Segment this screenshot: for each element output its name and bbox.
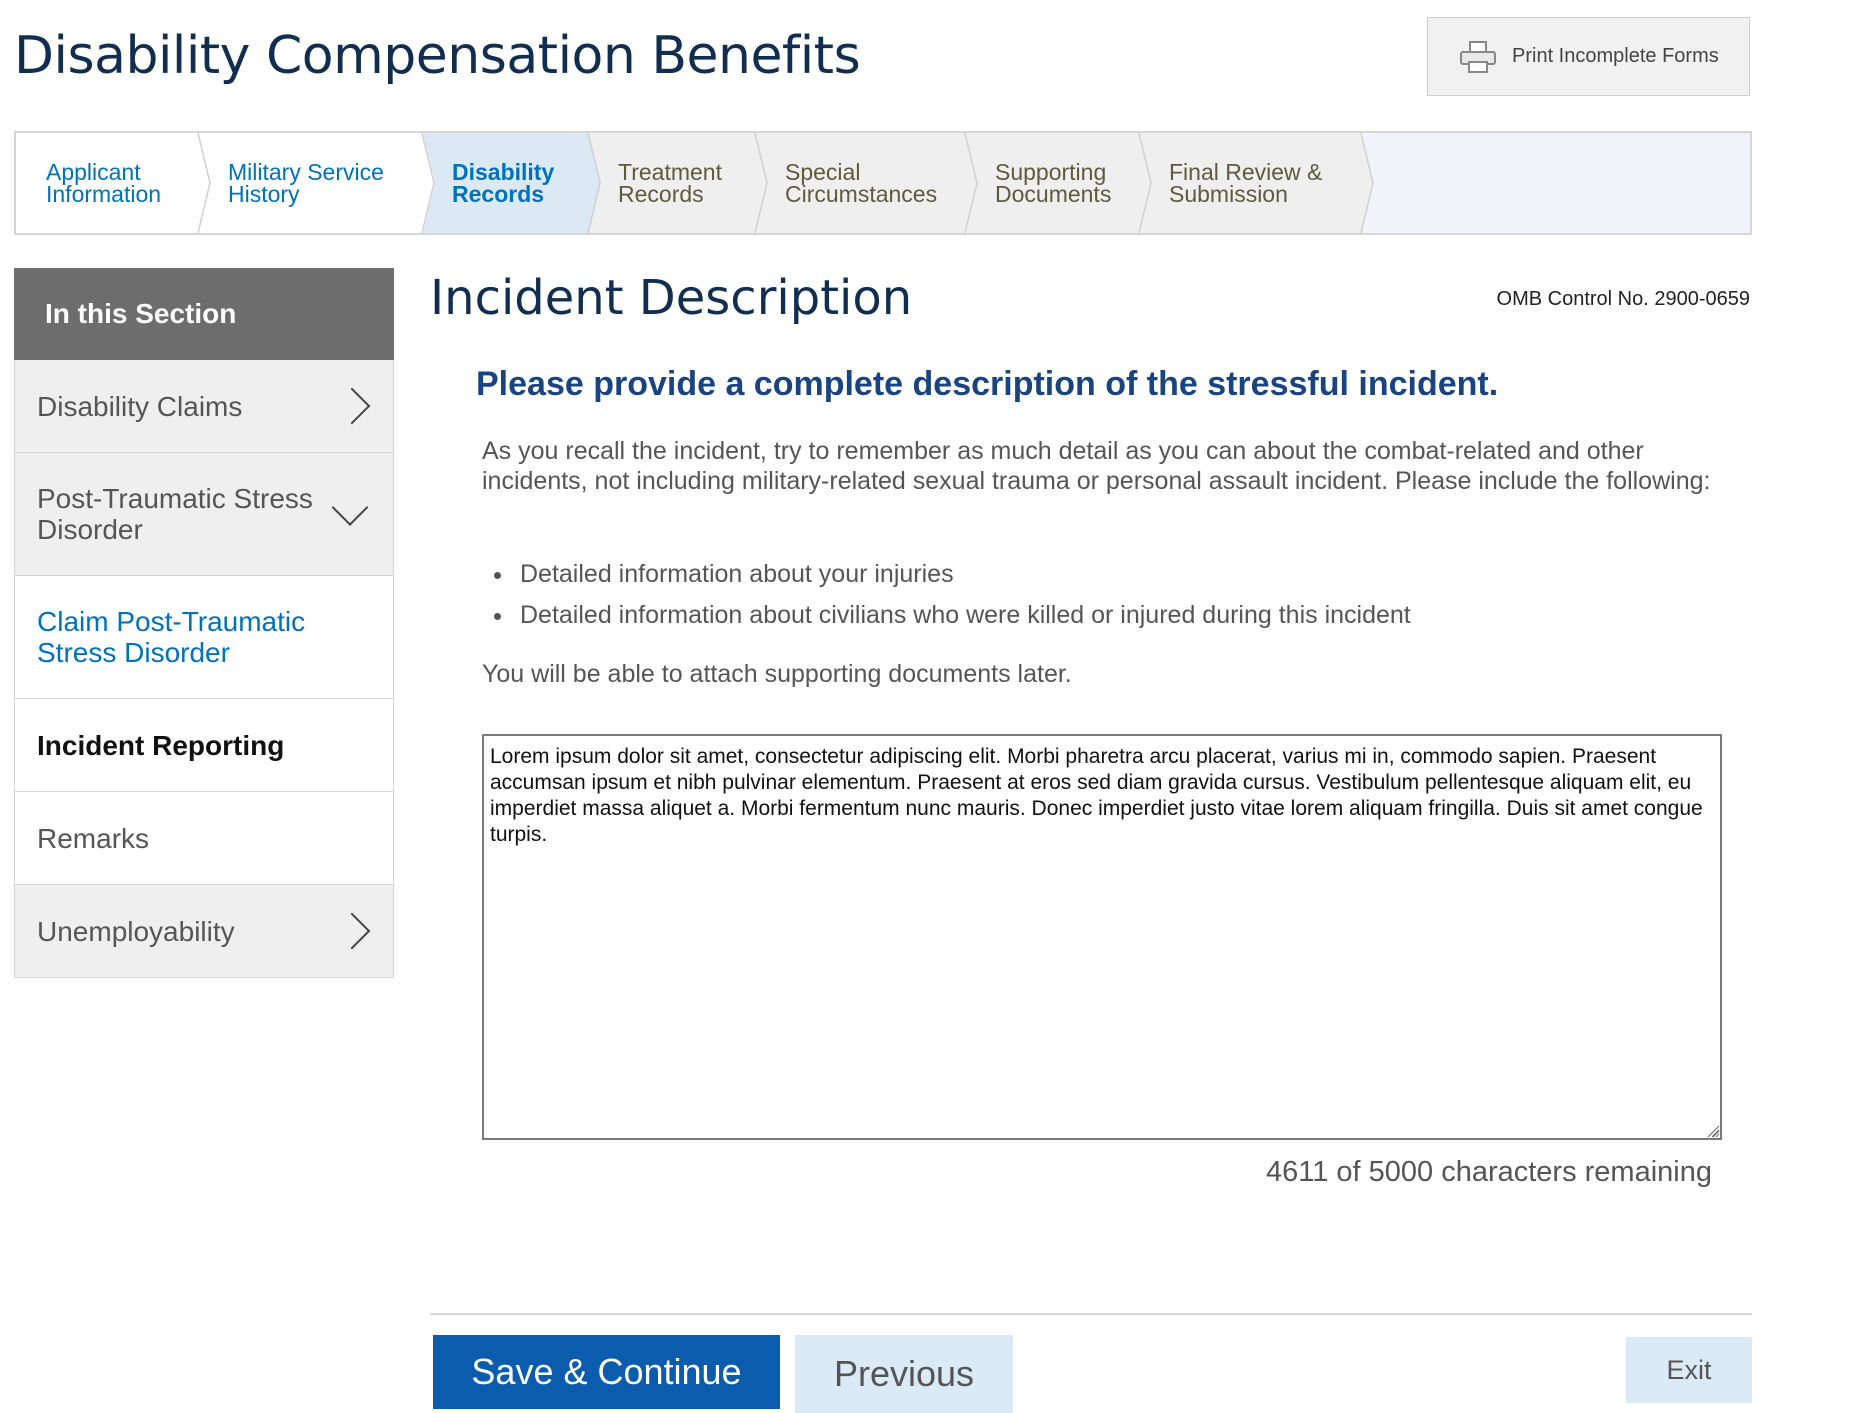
step-divider-icon xyxy=(421,133,435,233)
step-applicant-information[interactable]: Applicant Information xyxy=(16,133,211,233)
incident-description-textarea[interactable] xyxy=(482,734,1722,1140)
attach-note: You will be able to attach supporting do… xyxy=(482,660,1072,688)
section-title: Incident Description xyxy=(430,270,913,326)
step-special-circumstances[interactable]: Special Circumstances xyxy=(755,133,978,233)
step-supporting-documents[interactable]: Supporting Documents xyxy=(965,133,1152,233)
step-divider-icon xyxy=(197,133,211,233)
sidebar-item-unemployability[interactable]: Unemployability xyxy=(14,885,394,978)
step-divider-icon xyxy=(1138,133,1152,233)
step-label: Final Review & Submission xyxy=(1169,159,1323,207)
chevron-right-icon xyxy=(333,912,371,950)
step-divider-icon xyxy=(587,133,601,233)
sidebar-item-incident-reporting[interactable]: Incident Reporting xyxy=(14,699,394,792)
list-item: Detailed information about your injuries xyxy=(482,559,1411,600)
step-label: Special Circumstances xyxy=(785,159,938,207)
page-title: Disability Compensation Benefits xyxy=(14,26,861,86)
footer-divider xyxy=(430,1313,1752,1315)
step-military-service-history[interactable]: Military Service History xyxy=(198,133,435,233)
sidebar-item-remarks[interactable]: Remarks xyxy=(14,792,394,885)
step-label: Treatment Records xyxy=(618,159,722,207)
sidebar-item-claim-ptsd[interactable]: Claim Post-Traumatic Stress Disorder xyxy=(14,576,394,699)
resize-handle-icon[interactable] xyxy=(1706,1124,1720,1138)
step-final-review-submission[interactable]: Final Review & Submission xyxy=(1139,133,1374,233)
instruction-list: Detailed information about your injuries… xyxy=(482,559,1411,641)
sidebar-item-label: Unemployability xyxy=(37,915,235,947)
save-continue-button[interactable]: Save & Continue xyxy=(433,1335,780,1409)
step-label: Military Service History xyxy=(228,159,384,207)
section-sidebar: In this Section Disability Claims Post-T… xyxy=(14,268,394,978)
step-divider-icon xyxy=(754,133,768,233)
omb-control-number: OMB Control No. 2900-0659 xyxy=(1496,288,1750,310)
character-count: 4611 of 5000 characters remaining xyxy=(1265,1156,1712,1188)
exit-button[interactable]: Exit xyxy=(1626,1337,1752,1403)
instructions-text: As you recall the incident, try to remem… xyxy=(482,437,1711,495)
chevron-right-icon xyxy=(333,387,371,425)
step-divider-icon xyxy=(964,133,978,233)
step-label: Supporting Documents xyxy=(995,159,1112,207)
step-label: Disability Records xyxy=(452,159,555,207)
sidebar-item-label: Post-Traumatic Stress Disorder xyxy=(37,483,313,545)
sidebar-item-label: Remarks xyxy=(37,822,150,854)
print-button-label: Print Incomplete Forms xyxy=(1512,45,1719,67)
question-heading: Please provide a complete description of… xyxy=(476,365,1499,403)
progress-steps: Applicant Information Military Service H… xyxy=(14,131,1752,235)
previous-button[interactable]: Previous xyxy=(795,1335,1013,1413)
sidebar-item-ptsd[interactable]: Post-Traumatic Stress Disorder xyxy=(14,453,394,576)
step-disability-records[interactable]: Disability Records xyxy=(422,133,601,233)
list-item: Detailed information about civilians who… xyxy=(482,600,1411,641)
chevron-down-icon xyxy=(331,489,369,526)
step-divider-icon xyxy=(1360,133,1374,233)
print-incomplete-forms-button[interactable]: Print Incomplete Forms xyxy=(1427,17,1750,96)
sidebar-item-label: Incident Reporting xyxy=(37,729,285,761)
step-treatment-records[interactable]: Treatment Records xyxy=(588,133,768,233)
sidebar-item-label: Claim Post-Traumatic Stress Disorder xyxy=(37,606,306,668)
printer-icon xyxy=(1460,40,1496,73)
step-label: Applicant Information xyxy=(46,159,162,207)
sidebar-item-label: Disability Claims xyxy=(37,390,243,422)
sidebar-item-disability-claims[interactable]: Disability Claims xyxy=(14,360,394,453)
sidebar-heading: In this Section xyxy=(14,268,394,374)
